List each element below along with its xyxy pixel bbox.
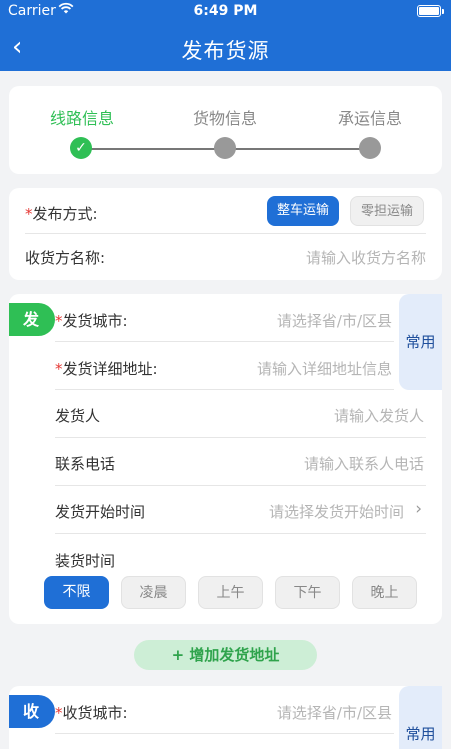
shipper-person-input[interactable]: 请输入发货人 [334, 405, 424, 426]
shipper-person-label: 发货人 [55, 407, 101, 425]
battery-icon [417, 5, 441, 17]
step-progress: 线路信息 货物信息 承运信息 ✓ [9, 86, 442, 174]
loading-time-option[interactable]: 凌晨 [121, 576, 186, 609]
receiver-name-row[interactable]: 收货方名称: 请输入收货方名称 [25, 234, 426, 280]
shipper-city-picker[interactable]: 请选择省/市/区县 [277, 310, 392, 331]
publish-method-row: *发布方式: 整车运输 零担运输 [25, 188, 426, 234]
loading-time-option[interactable]: 下午 [275, 576, 340, 609]
top-bar: Carrier 6:49 PM ‹ 发布货源 [0, 0, 451, 71]
shipper-phone-label: 联系电话 [55, 455, 116, 473]
step-pending-dot [214, 137, 236, 159]
step-done-check-icon: ✓ [70, 137, 92, 159]
shipper-start-time-picker[interactable]: 请选择发货开始时间 [269, 501, 404, 522]
shipper-city-label: *发货城市: [55, 312, 128, 330]
shipper-start-time-row[interactable]: 发货开始时间 请选择发货开始时间 › [55, 486, 426, 534]
loading-time-label: 装货时间 [55, 552, 116, 570]
step-route-label[interactable]: 线路信息 [27, 105, 137, 129]
receiver-name-label: 收货方名称: [25, 249, 106, 267]
chevron-right-icon: › [415, 499, 422, 519]
receiver-city-label: *收货城市: [55, 704, 128, 722]
loading-time-option[interactable]: 晚上 [352, 576, 417, 609]
receiver-city-row[interactable]: *收货城市: 请选择省/市/区县 [55, 686, 394, 734]
shipper-start-time-label: 发货开始时间 [55, 503, 146, 521]
clock: 6:49 PM [193, 3, 258, 19]
add-shipping-address-button[interactable]: + 增加发货地址 [134, 640, 317, 670]
loading-time-option[interactable]: 不限 [44, 576, 109, 609]
step-carrier-label[interactable]: 承运信息 [315, 105, 425, 129]
shipper-address-input[interactable]: 请输入详细地址信息 [257, 358, 392, 379]
method-ltl-button[interactable]: 零担运输 [350, 196, 424, 226]
shipper-card: 发 常用 *发货城市: 请选择省/市/区县 *发货详细地址: 请输入详细地址信息… [9, 294, 442, 624]
shipper-city-row[interactable]: *发货城市: 请选择省/市/区县 [55, 294, 394, 342]
method-full-truck-button[interactable]: 整车运输 [267, 196, 339, 226]
shipper-common-button[interactable]: 常用 [399, 294, 442, 390]
publish-method-card: *发布方式: 整车运输 零担运输 收货方名称: 请输入收货方名称 [9, 188, 442, 280]
shipper-address-row[interactable]: *发货详细地址: 请输入详细地址信息 [55, 342, 394, 390]
receiver-card: 收 常用 *收货城市: 请选择省/市/区县 [9, 686, 442, 749]
shipper-phone-row[interactable]: 联系电话 请输入联系人电话 [55, 438, 426, 486]
receiver-common-button[interactable]: 常用 [399, 686, 442, 749]
shipper-phone-input[interactable]: 请输入联系人电话 [304, 453, 424, 474]
status-bar: Carrier 6:49 PM [0, 0, 451, 24]
receiver-name-input[interactable]: 请输入收货方名称 [306, 247, 426, 268]
receiver-city-picker[interactable]: 请选择省/市/区县 [277, 702, 392, 723]
publish-method-label: *发布方式: [25, 205, 98, 223]
loading-time-option[interactable]: 上午 [198, 576, 263, 609]
step-cargo-label[interactable]: 货物信息 [170, 105, 280, 129]
shipper-address-label: *发货详细地址: [55, 360, 158, 378]
step-pending-dot [359, 137, 381, 159]
battery-tip [442, 9, 444, 14]
receiver-tag: 收 [9, 695, 55, 728]
shipper-tag: 发 [9, 303, 55, 336]
shipper-person-row[interactable]: 发货人 请输入发货人 [55, 390, 426, 438]
page-title: 发布货源 [181, 39, 270, 63]
